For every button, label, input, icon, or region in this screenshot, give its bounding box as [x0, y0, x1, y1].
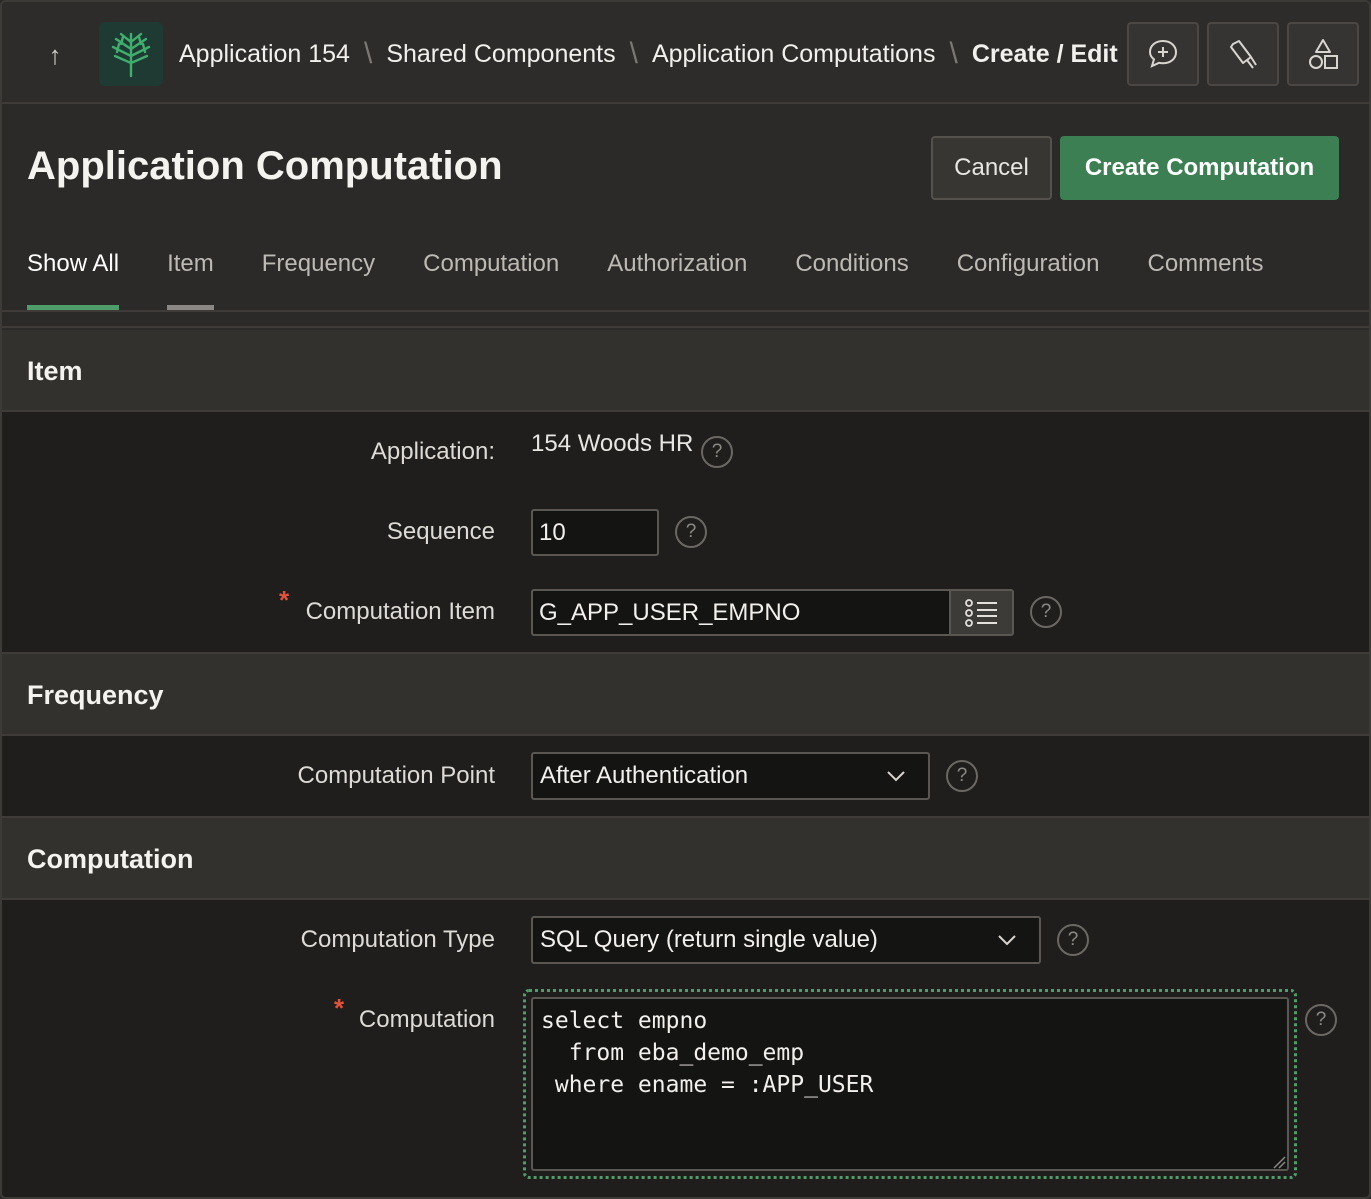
app-window: ↑ Application 154 \ Shared Components \ …: [0, 0, 1371, 1199]
tab-frequency[interactable]: Frequency: [262, 250, 375, 310]
computation-item-label: Computation Item: [305, 598, 495, 625]
breadcrumb-current: Create / Edit: [971, 39, 1118, 68]
sequence-input[interactable]: 10: [531, 509, 659, 556]
create-computation-button[interactable]: Create Computation: [1060, 136, 1339, 200]
cancel-button[interactable]: Cancel: [931, 136, 1052, 200]
sequence-label: Sequence: [386, 518, 495, 545]
breadcrumb-separator: \: [363, 37, 373, 70]
list-icon: [964, 598, 997, 627]
required-indicator: *: [279, 585, 290, 615]
tab-conditions[interactable]: Conditions: [795, 250, 908, 310]
breadcrumb-application[interactable]: Application 154: [179, 40, 350, 69]
region-tabs: Show All Item Frequency Computation Auth…: [27, 250, 1312, 312]
top-bar: ↑ Application 154 \ Shared Components \ …: [2, 2, 1369, 104]
computation-textarea[interactable]: select empno from eba_demo_emp where ena…: [531, 997, 1289, 1171]
application-label: Application:: [370, 438, 495, 465]
shapes-icon: [1309, 39, 1338, 69]
computation-type-label: Computation Type: [300, 926, 495, 953]
comment-add-icon: [1148, 39, 1178, 68]
breadcrumb-shared-components[interactable]: Shared Components: [386, 40, 615, 69]
computation-label: Computation: [358, 1006, 495, 1033]
page-title: Application Computation: [27, 144, 503, 188]
section-heading-item: Item: [2, 330, 1369, 412]
tab-authorization[interactable]: Authorization: [607, 250, 747, 310]
breadcrumb-application-computations[interactable]: Application Computations: [652, 40, 936, 69]
help-icon[interactable]: ?: [1030, 596, 1062, 628]
breadcrumb: Application 154 \ Shared Components \ Ap…: [179, 34, 1118, 74]
section-heading-frequency: Frequency: [2, 654, 1369, 736]
app-logo[interactable]: [99, 22, 163, 86]
tab-configuration[interactable]: Configuration: [957, 250, 1100, 310]
tabs-divider: [2, 310, 1369, 328]
tab-show-all[interactable]: Show All: [27, 250, 120, 310]
help-icon[interactable]: ?: [946, 760, 978, 792]
computation-type-select[interactable]: SQL Query (return single value): [531, 916, 1041, 964]
arrow-up-icon[interactable]: ↑: [36, 36, 74, 74]
application-value: 154 Woods HR: [531, 430, 694, 457]
computation-point-label: Computation Point: [297, 762, 495, 789]
help-icon[interactable]: ?: [675, 516, 707, 548]
breadcrumb-separator: \: [949, 37, 958, 70]
list-of-values-button[interactable]: [949, 589, 1014, 636]
flashlight-icon: [1230, 40, 1257, 69]
computation-point-select[interactable]: After Authentication: [531, 752, 930, 800]
resize-handle-icon[interactable]: [1272, 1155, 1286, 1169]
computation-point-value: After Authentication: [540, 762, 749, 789]
help-icon[interactable]: ?: [1057, 924, 1089, 956]
computation-item-input[interactable]: G_APP_USER_EMPNO: [531, 589, 951, 636]
debug-button[interactable]: [1207, 22, 1279, 86]
chevron-down-icon: [998, 935, 1016, 946]
breadcrumb-separator: \: [629, 37, 638, 70]
comment-add-button[interactable]: [1127, 22, 1199, 86]
tab-computation[interactable]: Computation: [423, 250, 559, 310]
tab-item[interactable]: Item: [167, 250, 214, 310]
chevron-down-icon: [887, 771, 905, 782]
tab-comments[interactable]: Comments: [1147, 250, 1263, 310]
required-indicator: *: [334, 993, 345, 1023]
section-heading-computation: Computation: [2, 818, 1369, 900]
help-icon[interactable]: ?: [701, 436, 733, 468]
shared-components-button[interactable]: [1287, 22, 1359, 86]
help-icon[interactable]: ?: [1305, 1004, 1337, 1036]
computation-type-value: SQL Query (return single value): [540, 926, 878, 953]
